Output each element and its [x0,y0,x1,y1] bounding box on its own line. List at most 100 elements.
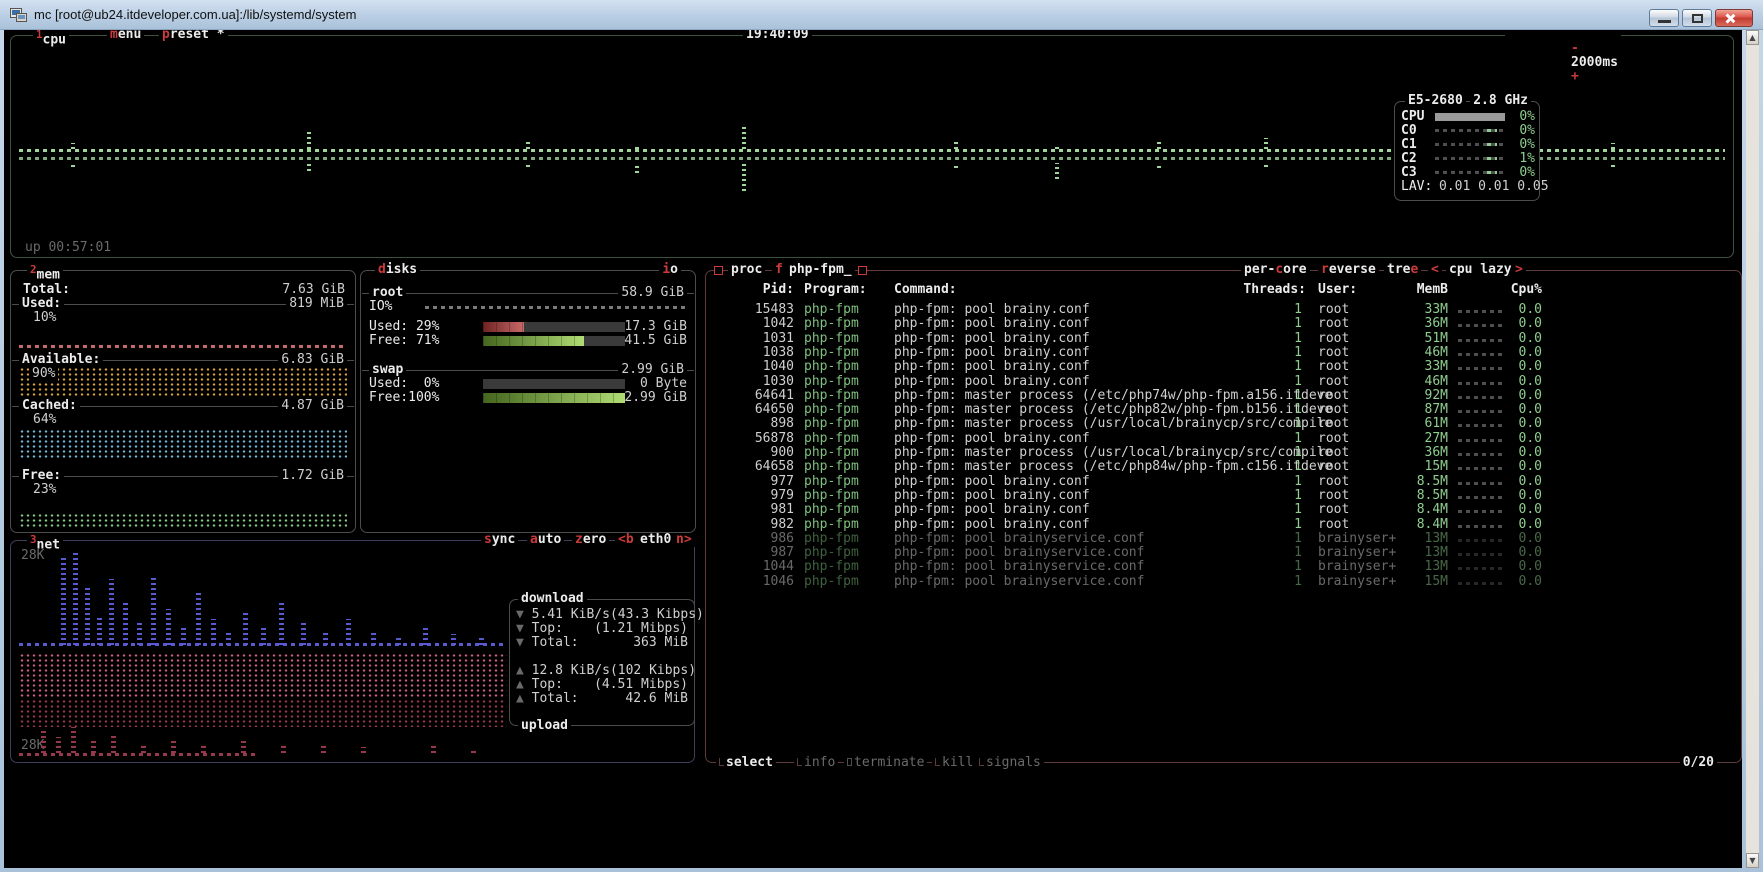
process-row[interactable]: 1044php-fpmphp-fpm: pool brainyservice.c… [706,560,1741,574]
drive-size: 2.99 GiB [618,363,687,377]
net-stats-box: download ▼ 5.41 KiB/s (43.3 Kibps) ▼ Top… [509,599,695,726]
scroll-down-button[interactable]: ▼ [1746,853,1759,868]
cpu-core-label: C1 [1401,138,1417,152]
process-mem: 92M [1378,389,1448,403]
tree-toggle[interactable]: tree [1384,263,1421,277]
net-next-interface-button[interactable]: n> [673,533,695,547]
process-row[interactable]: 1046php-fpmphp-fpm: pool brainyservice.c… [706,575,1741,589]
process-pid: 977 [716,475,794,489]
column-header-mem[interactable]: MemB [1378,283,1448,297]
interval-decrease-button[interactable]: - [1571,41,1579,56]
filter-clear-icon[interactable] [858,266,867,275]
column-header-cpu[interactable]: Cpu% [1492,283,1542,297]
process-row[interactable]: 986php-fpmphp-fpm: pool brainyservice.co… [706,532,1741,546]
cpu-graph-spike [71,163,75,167]
process-row[interactable]: 1038php-fpmphp-fpm: pool brainy.conf1roo… [706,346,1741,360]
net-panel: 3net sync auto zero <b eth0 n> 28K 28K [10,540,695,763]
cpu-core-label: C0 [1401,124,1417,138]
column-header-command[interactable]: Command: [894,283,957,297]
disks-box-title[interactable]: disks [375,263,420,277]
column-header-pid[interactable]: Pid: [716,283,794,297]
mem-box-title[interactable]: 2mem [27,263,63,282]
net-auto-toggle[interactable]: auto [527,533,564,547]
mem-free-value: 1.72 GiB [278,469,347,483]
process-pid: 981 [716,503,794,517]
process-command: php-fpm: pool brainy.conf [894,432,1090,446]
process-row[interactable]: 56878php-fpmphp-fpm: pool brainy.conf1ro… [706,432,1741,446]
titlebar[interactable]: mc [root@ub24.itdeveloper.com.ua]:/lib/s… [0,0,1763,30]
reverse-toggle[interactable]: reverse [1318,263,1379,277]
cpu-core-graph-tail [1487,157,1497,160]
filter-input[interactable]: php-fpm_ [786,263,855,277]
process-row[interactable]: 1040php-fpmphp-fpm: pool brainy.conf1roo… [706,360,1741,374]
process-threads: 1 [1226,346,1302,360]
process-row[interactable]: 979php-fpmphp-fpm: pool brainy.conf1root… [706,489,1741,503]
drive-used-value: 17.3 GiB [624,320,687,334]
column-header-user[interactable]: User: [1318,283,1357,297]
process-row[interactable]: 981php-fpmphp-fpm: pool brainy.conf1root… [706,503,1741,517]
drive-free-meter [483,393,625,403]
footer-select[interactable]: select [716,756,776,770]
net-download-bar [211,619,216,645]
footer-kill[interactable]: kill [932,756,976,770]
download-top-label: Top: [532,621,563,636]
cpu-graph-spike [742,163,746,191]
process-row[interactable]: 987php-fpmphp-fpm: pool brainyservice.co… [706,546,1741,560]
process-threads: 1 [1226,503,1302,517]
proc-box-select-icon[interactable] [714,266,723,275]
filter-key[interactable]: f [772,263,786,277]
process-row[interactable]: 64650php-fpmphp-fpm: master process (/et… [706,403,1741,417]
per-core-toggle[interactable]: per-core [1241,263,1310,277]
net-prev-interface-button[interactable]: <b [615,533,637,547]
cpu-core-graph-tail [1487,129,1497,132]
process-mem: 51M [1378,332,1448,346]
process-row[interactable]: 1031php-fpmphp-fpm: pool brainy.conf1roo… [706,332,1741,346]
process-row[interactable]: 898php-fpmphp-fpm: master process (/usr/… [706,417,1741,431]
interval-increase-button[interactable]: + [1571,69,1579,84]
process-row[interactable]: 1042php-fpmphp-fpm: pool brainy.conf1roo… [706,317,1741,331]
preset-button[interactable]: preset * [159,30,228,42]
net-sync-toggle[interactable]: sync [481,533,518,547]
process-program: php-fpm [804,417,859,431]
net-download-bar [166,609,171,645]
net-zero-toggle[interactable]: zero [572,533,609,547]
io-mode-toggle[interactable]: io [659,263,681,277]
footer-terminate[interactable]: terminate [844,756,927,770]
column-header-program[interactable]: Program: [804,283,867,297]
minimize-icon [1658,20,1671,23]
process-row[interactable]: 977php-fpmphp-fpm: pool brainy.conf1root… [706,475,1741,489]
process-pid: 15483 [716,303,794,317]
process-user: root [1318,432,1349,446]
process-pid: 1038 [716,346,794,360]
net-download-bar [109,579,114,645]
footer-info[interactable]: info [794,756,838,770]
footer-signals[interactable]: signals [976,756,1044,770]
proc-panel: proc f php-fpm_ per-core reverse tree < … [705,270,1742,763]
sort-next-button[interactable]: > [1512,263,1526,277]
process-row[interactable]: 900php-fpmphp-fpm: master process (/usr/… [706,446,1741,460]
process-user: root [1318,475,1349,489]
close-button[interactable] [1715,9,1753,27]
scroll-up-button[interactable]: ▲ [1746,30,1759,45]
load-average-label: LAV: [1401,180,1432,194]
minimize-button[interactable] [1649,9,1679,27]
mem-available-value: 6.83 GiB [278,353,347,367]
terminal-scrollbar[interactable]: ▲ ▼ [1746,30,1759,868]
process-threads: 1 [1226,446,1302,460]
mem-used-value: 819 MiB [286,297,347,311]
proc-box-title[interactable]: proc [728,263,765,277]
process-row[interactable]: 15483php-fpmphp-fpm: pool brainy.conf1ro… [706,303,1741,317]
maximize-button[interactable] [1682,9,1712,27]
process-row[interactable]: 1030php-fpmphp-fpm: pool brainy.conf1roo… [706,375,1741,389]
process-row[interactable]: 982php-fpmphp-fpm: pool brainy.conf1root… [706,518,1741,532]
column-header-threads[interactable]: Threads: [1206,283,1306,297]
process-pid: 986 [716,532,794,546]
process-threads: 1 [1226,432,1302,446]
process-row[interactable]: 64658php-fpmphp-fpm: master process (/et… [706,460,1741,474]
cpu-box-title[interactable]: 1cpu [33,30,69,47]
sort-prev-button[interactable]: < [1428,263,1442,277]
process-user: root [1318,518,1349,532]
process-pid: 64650 [716,403,794,417]
process-row[interactable]: 64641php-fpmphp-fpm: master process (/et… [706,389,1741,403]
menu-button[interactable]: menu [107,30,144,42]
